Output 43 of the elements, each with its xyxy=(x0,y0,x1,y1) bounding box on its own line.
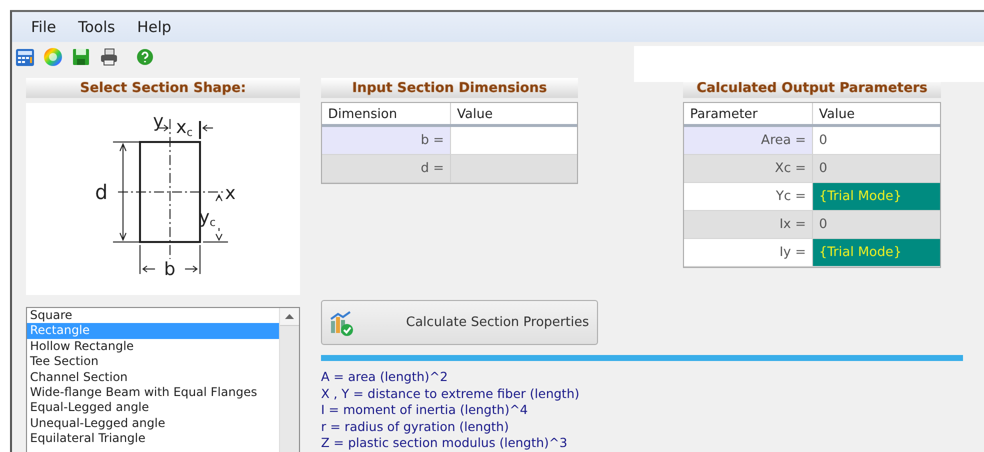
calculator-icon[interactable] xyxy=(15,47,35,67)
legend-line: X , Y = distance to extreme fiber (length) xyxy=(321,386,580,402)
chart-check-icon xyxy=(328,308,356,336)
value-cell: {Trial Mode} xyxy=(813,239,940,266)
menu-item[interactable]: Tools xyxy=(69,16,124,38)
help-icon[interactable] xyxy=(135,47,155,67)
value-cell: 0 xyxy=(813,127,940,154)
value-cell-text: 0 xyxy=(818,216,828,234)
row-label: Ix = xyxy=(684,211,813,238)
row-label: b = xyxy=(322,127,451,154)
list-item[interactable]: Channel Section xyxy=(27,370,279,386)
list-item[interactable]: Equilateral Triangle xyxy=(27,431,279,447)
column-header: Parameter xyxy=(684,103,813,124)
value-cell: {Trial Mode} xyxy=(813,183,940,210)
row-label: Xc = xyxy=(684,155,813,182)
scroll-up-icon[interactable] xyxy=(285,314,294,319)
legend-line: Z = plastic section modulus (length)^3 xyxy=(321,435,568,452)
row-label: d = xyxy=(322,155,451,182)
column-header: Value xyxy=(456,106,494,124)
shape-list[interactable]: Square Rectangle Hollow Rectangle Tee Section Channel Section Wide-flange Beam with Equal Flanges Equal-Legged angle Unequal-Legged angle Equilateral Triangle xyxy=(26,307,300,452)
column-header: Value xyxy=(818,106,856,124)
value-field[interactable] xyxy=(451,127,577,154)
list-item[interactable]: Unequal-Legged angle xyxy=(27,416,279,432)
list-item[interactable]: Hollow Rectangle xyxy=(27,338,279,354)
panel-title: Input Section Dimensions xyxy=(321,78,578,98)
menu-item[interactable]: File xyxy=(22,16,66,38)
list-item[interactable]: Equal-Legged angle xyxy=(27,400,279,416)
list-item[interactable]: Tee Section xyxy=(27,354,279,370)
menu-item[interactable]: Help xyxy=(128,16,180,38)
calculate-button[interactable]: Calculate Section Properties xyxy=(321,300,598,345)
row-label: Iy = xyxy=(684,239,813,266)
legend-line: A = area (length)^2 xyxy=(321,369,449,386)
list-item[interactable]: Square xyxy=(27,308,279,324)
legend-line: r = radius of gyration (length) xyxy=(321,418,510,436)
list-item[interactable]: Wide-flange Beam with Equal Flanges xyxy=(27,385,279,400)
legend-line: I = moment of inertia (length)^4 xyxy=(321,402,529,419)
printer-icon[interactable] xyxy=(99,47,119,67)
panel-title: Select Section Shape: xyxy=(26,78,300,98)
value-cell-text: 0 xyxy=(818,160,828,178)
row-label: Area = xyxy=(684,127,813,154)
column-header: Dimension xyxy=(322,103,451,124)
row-label: Yc = xyxy=(684,183,813,210)
color-wheel-icon[interactable] xyxy=(43,47,63,67)
